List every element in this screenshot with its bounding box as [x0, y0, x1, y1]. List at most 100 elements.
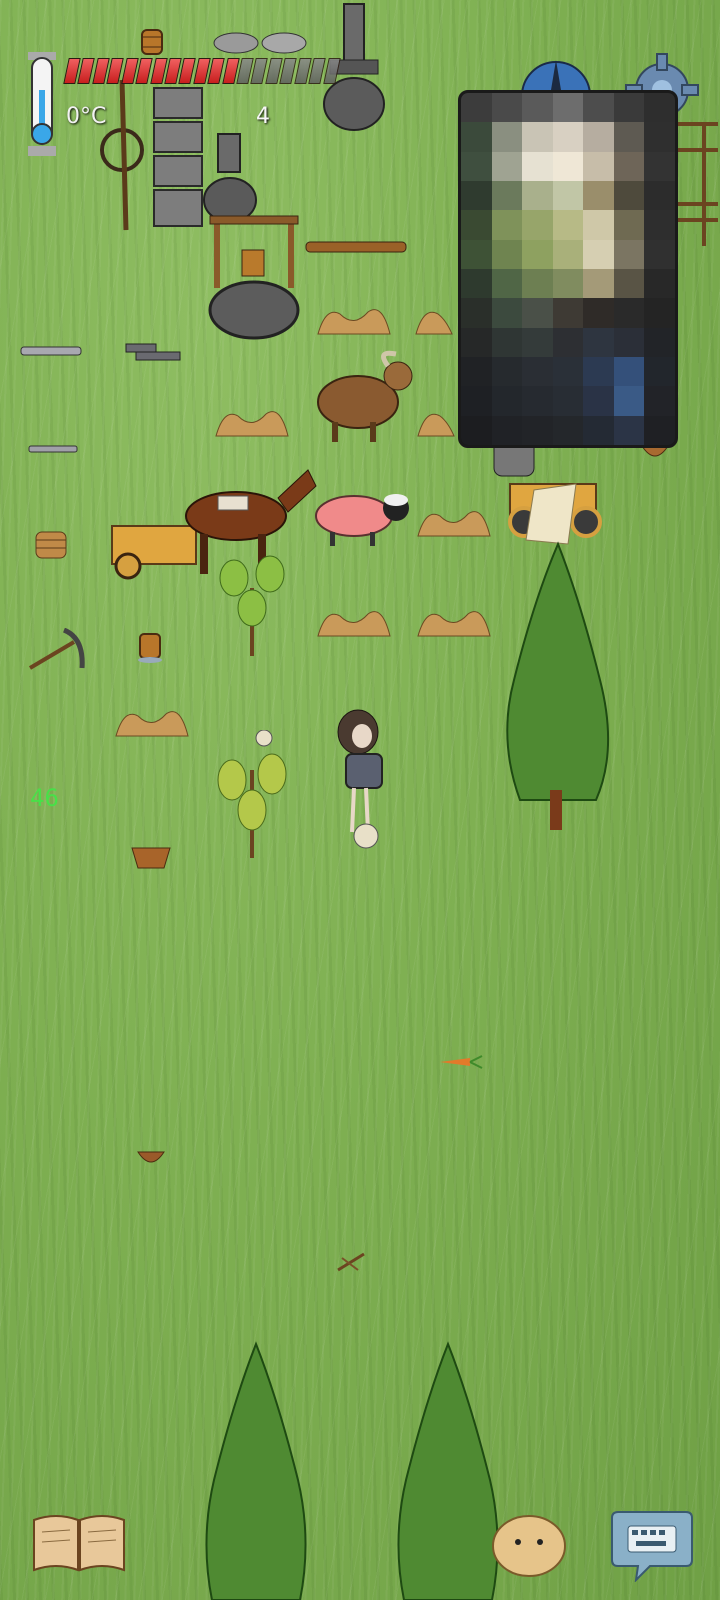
juniper-tree-icon[interactable]: [392, 1340, 504, 1600]
overlay-pixel: [522, 269, 553, 299]
food-meter: [63, 58, 341, 84]
steel-rod-icon[interactable]: [28, 444, 78, 454]
sheep-icon[interactable]: [312, 488, 412, 548]
overlay-pixel: [491, 357, 523, 387]
dirt-mound-icon[interactable]: [416, 404, 456, 438]
rope-coil-icon[interactable]: [34, 528, 68, 562]
overlay-pixel: [522, 210, 553, 240]
overlay-pixel: [522, 122, 553, 152]
overlay-pixel: [491, 298, 523, 328]
overlay-pixel: [613, 386, 645, 416]
pickaxe-icon[interactable]: [26, 628, 86, 674]
player-character[interactable]: [318, 708, 398, 864]
overlay-pixel: [583, 239, 614, 269]
overlay-pixel: [583, 298, 614, 328]
overlay-pixel: [491, 269, 523, 299]
dirt-mound-icon[interactable]: [416, 504, 492, 538]
overlay-pixel: [644, 386, 675, 416]
fps-counter: 46: [30, 784, 59, 812]
overlay-pixel: [491, 93, 523, 123]
overlay-pixel: [583, 151, 614, 181]
basket-icon[interactable]: [130, 842, 172, 870]
overlay-pixel: [522, 386, 553, 416]
overlay-pixel: [613, 93, 645, 123]
overlay-pixel: [644, 269, 675, 299]
overlay-pixel: [461, 386, 492, 416]
overlay-pixel: [552, 93, 584, 123]
overlay-pixel: [644, 181, 675, 211]
dirt-mound-icon[interactable]: [316, 604, 392, 638]
overlay-pixel: [644, 210, 675, 240]
overlay-pixel: [461, 357, 492, 387]
overlay-pixel: [613, 210, 645, 240]
dirt-mound-icon[interactable]: [416, 604, 492, 638]
overlay-pixel: [583, 386, 614, 416]
overlay-pixel: [613, 122, 645, 152]
overlay-pixel: [583, 93, 614, 123]
juniper-tree-icon[interactable]: [500, 540, 616, 850]
dirt-mound-icon[interactable]: [316, 302, 392, 336]
overlay-pixel: [552, 386, 584, 416]
dirt-mound-icon[interactable]: [414, 302, 454, 336]
overlay-pixel: [644, 415, 675, 445]
overlay-pixel: [522, 415, 553, 445]
mouflon-icon[interactable]: [310, 344, 416, 446]
overlay-pixel: [491, 386, 523, 416]
kindling-icon[interactable]: [336, 1250, 366, 1274]
stone-well-icon[interactable]: [204, 210, 304, 342]
overlay-pixel: [644, 327, 675, 357]
berry-bush-icon[interactable]: [212, 730, 294, 862]
overlay-pixel: [583, 210, 614, 240]
overlay-pixel: [613, 239, 645, 269]
bucket-icon[interactable]: [136, 630, 164, 664]
overlay-pixel: [552, 327, 584, 357]
overlay-pixel: [522, 357, 553, 387]
temperature-readout: 0°C: [66, 104, 107, 129]
log-icon[interactable]: [304, 240, 408, 254]
potato-face-icon[interactable]: [490, 1512, 568, 1578]
overlay-pixel: [522, 93, 553, 123]
overlay-pixel: [583, 181, 614, 211]
carrot-icon[interactable]: [434, 1054, 484, 1070]
keyboard-icon[interactable]: [610, 1508, 694, 1583]
overlay-pixel: [583, 415, 614, 445]
overlay-pixel: [613, 298, 645, 328]
overlay-pixel: [644, 122, 675, 152]
gooseberry-bush-icon[interactable]: [212, 548, 292, 660]
overlay-pixel: [491, 151, 523, 181]
overlay-pixel: [461, 269, 492, 299]
overlay-pixel: [613, 415, 645, 445]
overlay-pixel: [552, 357, 584, 387]
overlay-pixel: [552, 181, 584, 211]
thermometer-icon: [24, 50, 60, 162]
overlay-pixel: [613, 269, 645, 299]
juniper-tree-icon[interactable]: [200, 1340, 312, 1600]
small-bowl-icon[interactable]: [136, 1146, 166, 1168]
overlay-pixel: [613, 357, 645, 387]
dirt-mound-icon[interactable]: [114, 704, 190, 738]
dirt-mound-icon[interactable]: [214, 404, 290, 438]
book-icon[interactable]: [30, 1510, 128, 1574]
overlay-pixel: [461, 210, 492, 240]
overlay-pixel: [644, 357, 675, 387]
overlay-pixel: [552, 415, 584, 445]
age-counter: 4: [256, 104, 270, 129]
overlay-pixel: [461, 151, 492, 181]
overlay-pixel: [644, 151, 675, 181]
overlay-pixel: [644, 298, 675, 328]
overlay-pixel: [644, 239, 675, 269]
pixelated-video-overlay: [458, 90, 678, 448]
overlay-pixel: [491, 181, 523, 211]
overlay-pixel: [491, 122, 523, 152]
overlay-pixel: [583, 357, 614, 387]
iron-ingots-icon[interactable]: [122, 342, 184, 362]
overlay-pixel: [552, 210, 584, 240]
overlay-pixel: [613, 327, 645, 357]
overlay-pixel: [583, 122, 614, 152]
overlay-pixel: [491, 239, 523, 269]
steel-pipe-icon[interactable]: [20, 346, 82, 356]
overlay-pixel: [491, 210, 523, 240]
overlay-pixel: [583, 327, 614, 357]
grinding-stones-icon[interactable]: [206, 30, 316, 56]
overlay-pixel: [552, 151, 584, 181]
